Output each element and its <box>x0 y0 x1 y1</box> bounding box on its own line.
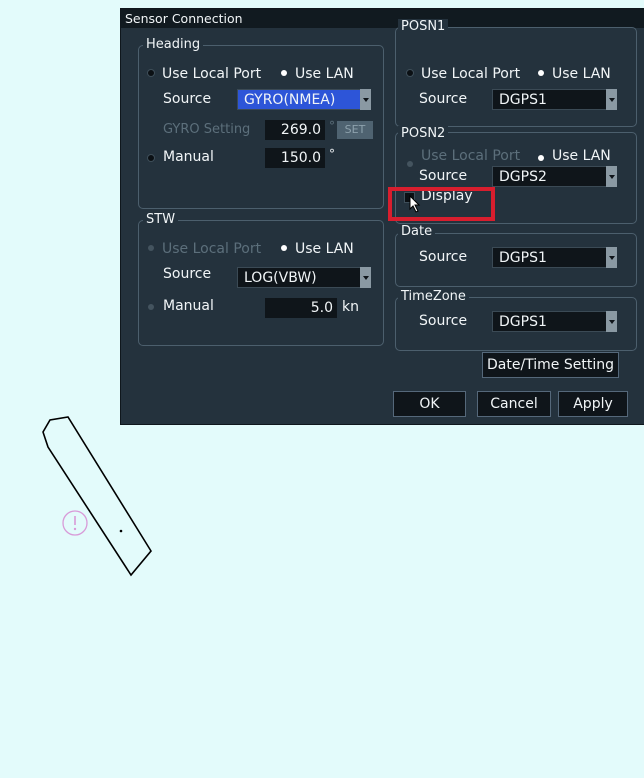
posn1-source-label: Source <box>419 91 468 107</box>
heading-source-value: GYRO(NMEA) <box>244 92 336 108</box>
stw-manual-value[interactable]: 5.0 <box>265 298 337 318</box>
stw-lan-radio[interactable] <box>281 245 287 251</box>
posn1-local-port-label[interactable]: Use Local Port <box>421 65 520 83</box>
posn1-group-title: POSN1 <box>398 19 449 35</box>
posn2-source-select[interactable]: DGPS2 <box>492 166 617 187</box>
timezone-group-title: TimeZone <box>398 289 469 305</box>
posn2-local-port-label[interactable]: Use Local Port <box>421 147 520 165</box>
dialog-title: Sensor Connection <box>121 9 644 28</box>
heading-group-title: Heading <box>143 37 204 53</box>
posn2-lan-label[interactable]: Use LAN <box>552 147 611 165</box>
stw-manual-radio[interactable] <box>148 304 154 310</box>
stw-group-title: STW <box>143 212 179 228</box>
posn1-lan-radio[interactable] <box>538 70 544 76</box>
posn1-local-port-radio[interactable] <box>407 70 413 76</box>
gyro-setting-label: GYRO Setting <box>163 122 251 137</box>
chevron-down-icon[interactable] <box>360 89 371 110</box>
apply-button[interactable]: Apply <box>558 391 628 417</box>
stw-manual-label[interactable]: Manual <box>163 297 214 315</box>
alert-icon <box>62 510 88 536</box>
stw-source-label: Source <box>163 266 212 282</box>
stw-manual-unit: kn <box>342 299 359 315</box>
stw-source-select[interactable]: LOG(VBW) <box>237 267 371 288</box>
posn2-group-title: POSN2 <box>398 126 449 142</box>
chevron-down-icon[interactable] <box>606 166 617 187</box>
date-source-value: DGPS1 <box>499 250 547 266</box>
heading-manual-value[interactable]: 150.0 <box>265 148 325 168</box>
stw-local-port-label[interactable]: Use Local Port <box>162 240 261 258</box>
posn2-lan-radio[interactable] <box>538 155 544 161</box>
date-time-setting-button[interactable]: Date/Time Setting <box>482 352 619 378</box>
heading-source-select[interactable]: GYRO(NMEA) <box>237 89 371 110</box>
posn1-source-value: DGPS1 <box>499 92 547 108</box>
display-highlight-box <box>388 187 495 221</box>
date-group-title: Date <box>398 224 436 240</box>
chevron-down-icon[interactable] <box>606 247 617 268</box>
posn2-source-value: DGPS2 <box>499 169 547 185</box>
gyro-set-button[interactable]: SET <box>337 121 373 139</box>
posn2-local-port-radio[interactable] <box>407 161 413 167</box>
date-source-select[interactable]: DGPS1 <box>492 247 617 268</box>
posn1-lan-label[interactable]: Use LAN <box>552 65 611 83</box>
heading-lan-label[interactable]: Use LAN <box>295 65 354 83</box>
stw-lan-label[interactable]: Use LAN <box>295 240 354 258</box>
heading-lan-radio[interactable] <box>281 70 287 76</box>
chevron-down-icon[interactable] <box>360 267 371 288</box>
heading-manual-label[interactable]: Manual <box>163 148 214 166</box>
ok-button[interactable]: OK <box>393 391 466 417</box>
timezone-source-label: Source <box>419 313 468 329</box>
posn1-source-select[interactable]: DGPS1 <box>492 89 617 110</box>
chevron-down-icon[interactable] <box>606 311 617 332</box>
heading-manual-degree-unit: ° <box>329 147 335 161</box>
gyro-setting-value[interactable]: 269.0 <box>265 120 325 140</box>
posn2-source-label: Source <box>419 168 468 184</box>
timezone-source-select[interactable]: DGPS1 <box>492 311 617 332</box>
cancel-button[interactable]: Cancel <box>477 391 551 417</box>
timezone-source-value: DGPS1 <box>499 314 547 330</box>
heading-local-port-radio[interactable] <box>148 70 154 76</box>
heading-manual-radio[interactable] <box>148 155 154 161</box>
ship-symbol-icon <box>42 416 152 577</box>
heading-local-port-label[interactable]: Use Local Port <box>162 65 261 83</box>
date-source-label: Source <box>419 249 468 265</box>
heading-source-label: Source <box>163 91 212 107</box>
stw-local-port-radio[interactable] <box>148 245 154 251</box>
stw-source-value: LOG(VBW) <box>244 270 317 286</box>
chevron-down-icon[interactable] <box>606 89 617 110</box>
gyro-degree-unit: ° <box>329 119 335 133</box>
sensor-connection-dialog: Sensor Connection Heading Use Local Port… <box>121 9 644 424</box>
